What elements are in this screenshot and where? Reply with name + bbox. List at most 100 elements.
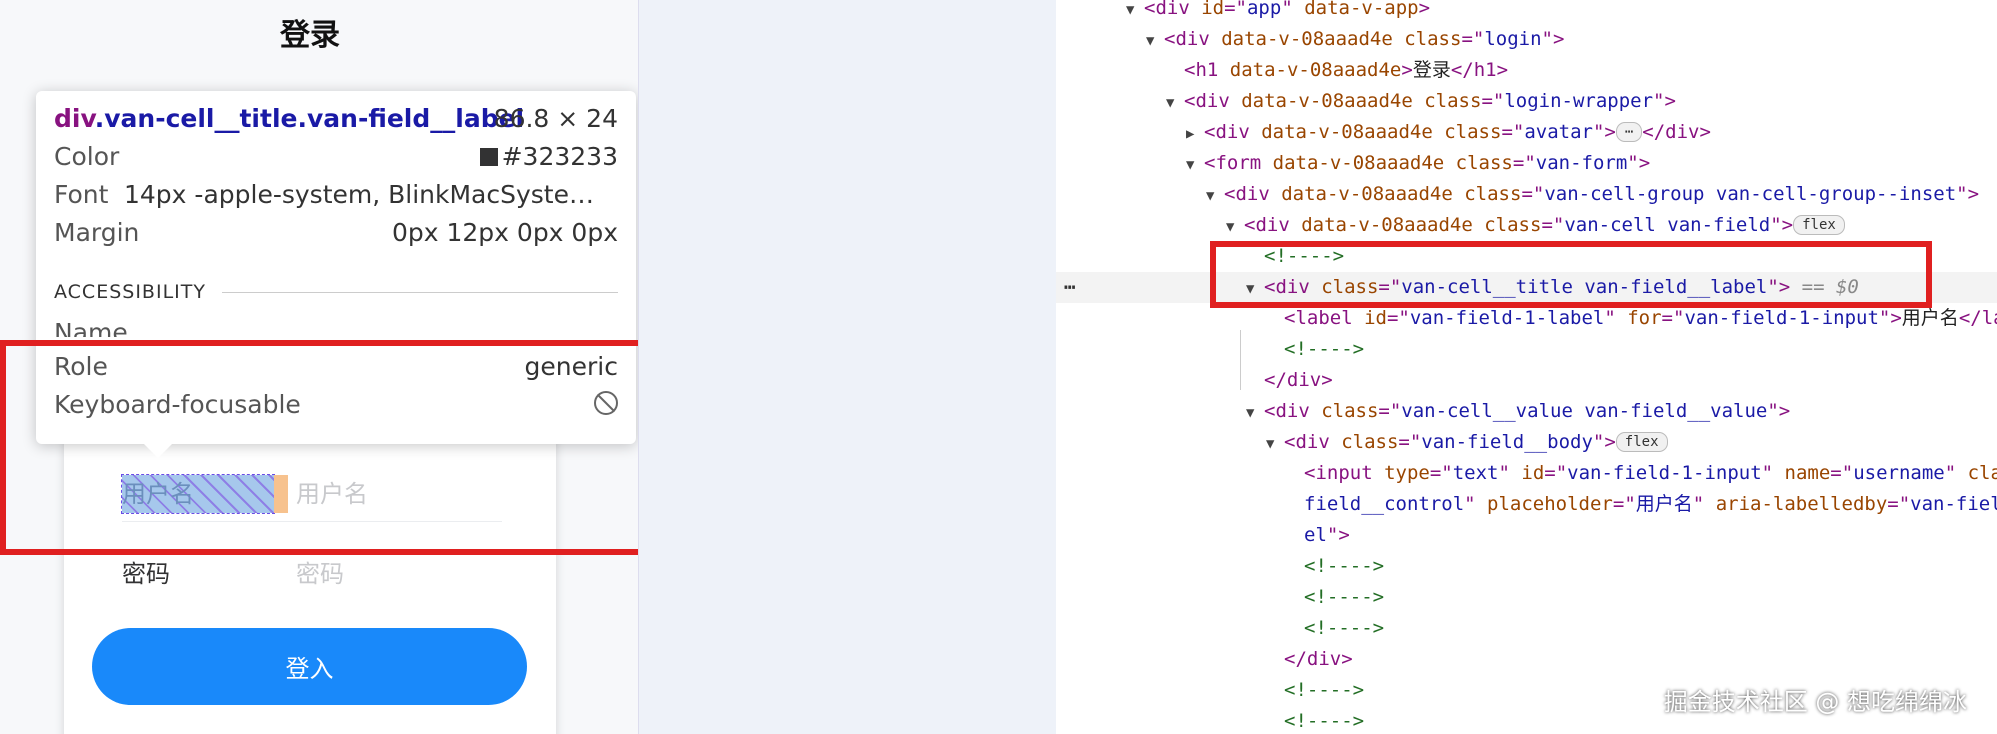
dom-token: text: [1452, 462, 1499, 484]
dom-node[interactable]: <input type="text" id="van-field-1-input…: [1056, 458, 1997, 489]
dom-node[interactable]: ▼ <form data-v-08aaad4e class="van-form">: [1056, 148, 1997, 179]
dom-token: </label>: [1958, 307, 1997, 329]
login-button[interactable]: 登入: [92, 628, 527, 705]
collapse-triangle-icon[interactable]: ▼: [1166, 88, 1184, 119]
dom-token: id: [1364, 307, 1387, 329]
dom-token: van-field-1: [1910, 493, 1997, 515]
dom-node[interactable]: ▶ <div data-v-08aaad4e class="avatar"> ⋯ </…: [1056, 117, 1997, 148]
accessibility-section: ACCESSIBILITY: [54, 281, 618, 303]
dom-node-content: <!---->: [1286, 582, 1384, 613]
dom-token: class: [1455, 152, 1513, 174]
dom-node-content: <!---->: [1266, 706, 1364, 734]
dom-token: data-v-08aaad4e: [1241, 90, 1425, 112]
dom-node[interactable]: </div>: [1056, 365, 1997, 396]
dom-token: <div: [1284, 431, 1342, 453]
dom-token: van-field__body: [1421, 431, 1593, 453]
dom-node[interactable]: field__control" placeholder="用户名" aria-l…: [1056, 489, 1997, 520]
dom-token: data-v-08aaad4e: [1281, 183, 1465, 205]
dom-token: =": [1661, 307, 1685, 329]
dom-node[interactable]: <!---->: [1056, 551, 1997, 582]
more-options-icon[interactable]: ⋯: [1064, 272, 1075, 303]
tree-guide-line: [1240, 330, 1241, 390]
margin-value: 0px 12px 0px 0px: [391, 218, 618, 247]
dom-node-content: ▼ <div id="app" data-v-app>: [1126, 0, 1430, 26]
password-input[interactable]: [296, 555, 496, 593]
dom-token: =": [1481, 90, 1505, 112]
dom-token: =": [1429, 462, 1453, 484]
tooltip-margin-row: Margin 0px 12px 0px 0px: [54, 217, 618, 249]
dom-node[interactable]: <!---->: [1056, 334, 1997, 365]
empty-viewport-area: [638, 0, 1058, 734]
collapse-triangle-icon[interactable]: ▼: [1186, 150, 1204, 181]
dom-token: 用户名: [1635, 493, 1693, 515]
dom-token: =": [1612, 493, 1636, 515]
dom-token: ">: [1326, 524, 1350, 546]
dom-token: ">: [1541, 28, 1565, 50]
dom-node[interactable]: ▼ <div class="van-field__body"> flex: [1056, 427, 1997, 458]
dom-node[interactable]: ▼ <div id="app" data-v-app>: [1056, 0, 1997, 24]
selector-tag: div: [54, 104, 95, 133]
dom-token: for: [1627, 307, 1662, 329]
dom-token: placeholder: [1487, 493, 1613, 515]
dom-node[interactable]: <!---->: [1056, 613, 1997, 644]
dom-token: data-v-08aaad4e: [1301, 214, 1485, 236]
dom-token: =": [1461, 28, 1485, 50]
dom-token: </div>: [1284, 648, 1353, 670]
layout-badge[interactable]: flex: [1615, 432, 1668, 452]
dom-token: ": [1464, 493, 1488, 515]
dom-token: ">: [1956, 183, 1980, 205]
dom-token: data-v-08aaad4e: [1229, 59, 1402, 81]
expand-triangle-icon[interactable]: ▶: [1186, 119, 1204, 150]
dom-token: <!---->: [1284, 679, 1365, 701]
dom-token: >: [1418, 0, 1431, 19]
dom-token: =": [1501, 121, 1525, 143]
dom-token: </div>: [1264, 369, 1333, 391]
collapse-triangle-icon[interactable]: ▼: [1226, 212, 1244, 243]
dom-node[interactable]: ▼ <div data-v-08aaad4e class="login">: [1056, 24, 1997, 55]
dom-node-content: <h1 data-v-08aaad4e>登录</h1>: [1166, 55, 1508, 86]
dom-token: =": [1830, 462, 1854, 484]
collapse-triangle-icon[interactable]: ▼: [1246, 398, 1264, 429]
tooltip-name-row: Name: [54, 317, 618, 337]
dom-token: class: [1967, 462, 1997, 484]
tooltip-header: div.van-cell__title.van-field__label 86.…: [54, 103, 618, 135]
layout-badge[interactable]: ⋯: [1615, 122, 1643, 142]
dom-token: <!---->: [1304, 617, 1385, 639]
dom-node-content: ▼ <div data-v-08aaad4e class="login-wrapp…: [1166, 86, 1676, 119]
dom-token: id: [1201, 0, 1225, 19]
collapse-triangle-icon[interactable]: ▼: [1206, 181, 1224, 212]
dom-node[interactable]: <!---->: [1056, 582, 1997, 613]
collapse-triangle-icon[interactable]: ▼: [1126, 0, 1144, 26]
dom-token: van-form: [1535, 152, 1628, 174]
dom-token: ": [1281, 0, 1305, 19]
layout-badge[interactable]: flex: [1793, 215, 1845, 235]
dom-token: type: [1384, 462, 1430, 484]
collapse-triangle-icon[interactable]: ▼: [1146, 26, 1164, 57]
dom-token: ">: [1878, 307, 1902, 329]
dom-token: <!---->: [1304, 586, 1385, 608]
dom-node[interactable]: ▼ <div data-v-08aaad4e class="login-wrapp…: [1056, 86, 1997, 117]
dom-token: 登录: [1412, 59, 1451, 81]
dom-node[interactable]: <h1 data-v-08aaad4e>登录</h1>: [1056, 55, 1997, 86]
dom-token: =": [1544, 462, 1568, 484]
dom-token: login-wrapper: [1504, 90, 1654, 112]
dom-token: avatar: [1524, 121, 1593, 143]
dom-node[interactable]: ▼ <div data-v-08aaad4e class="van-cell-gr…: [1056, 179, 1997, 210]
collapse-triangle-icon[interactable]: ▼: [1266, 429, 1284, 460]
dom-node-content: field__control" placeholder="用户名" aria-l…: [1286, 489, 1997, 520]
dom-node[interactable]: el">: [1056, 520, 1997, 551]
dom-node[interactable]: ▼ <div class="van-cell__value van-field__…: [1056, 396, 1997, 427]
tooltip-selector: div.van-cell__title.van-field__label: [54, 104, 524, 133]
dom-token: ": [1604, 307, 1628, 329]
dom-token: ": [1761, 462, 1785, 484]
tooltip-font-row: Font 14px -apple-system, BlinkMacSystem…: [54, 179, 618, 211]
dom-node-content: </div>: [1246, 365, 1333, 396]
dom-node[interactable]: ▼ <div data-v-08aaad4e class="van-cell va…: [1056, 210, 1997, 241]
dom-token: van-field-1-label: [1409, 307, 1605, 329]
dom-token: app: [1246, 0, 1282, 19]
dom-token: class: [1444, 121, 1502, 143]
color-key: Color: [54, 142, 120, 171]
dom-token: <!---->: [1304, 555, 1385, 577]
tooltip-color-row: Color #323233: [54, 141, 618, 173]
dom-node[interactable]: </div>: [1056, 644, 1997, 675]
